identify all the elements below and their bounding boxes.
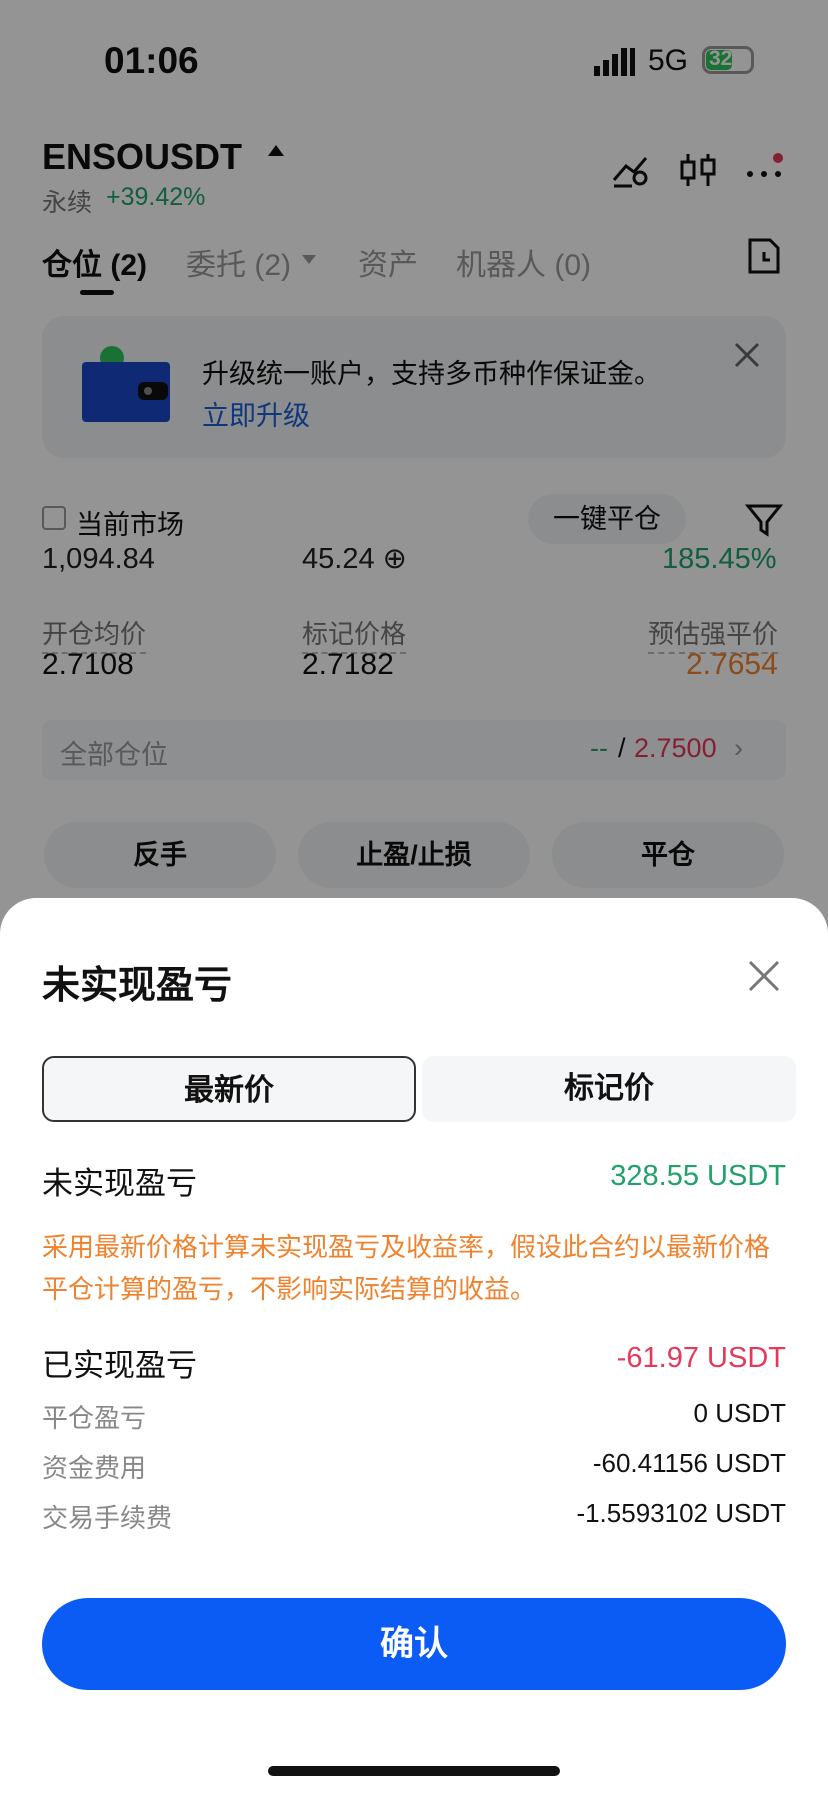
unrealized-label: 未实现盈亏 <box>42 1166 197 1201</box>
funding-fee-value: -60.41156 USDT <box>592 1448 786 1478</box>
trading-fee-label: 交易手续费 <box>42 1503 173 1533</box>
close-icon[interactable] <box>744 956 784 996</box>
close-pnl-value: 0 USDT <box>693 1398 786 1428</box>
pnl-note: 采用最新价格计算未实现盈亏及收益率，假设此合约以最新价格平仓计算的盈亏，不影响实… <box>42 1232 771 1304</box>
sheet-title: 未实现盈亏 <box>42 965 233 1007</box>
funding-fee-label: 资金费用 <box>42 1453 147 1483</box>
unrealized-value: 328.55 USDT <box>610 1160 786 1192</box>
trading-fee-value: -1.5593102 USDT <box>576 1498 786 1528</box>
close-pnl-label: 平仓盈亏 <box>42 1403 147 1433</box>
realized-label: 已实现盈亏 <box>42 1348 197 1383</box>
confirm-button[interactable]: 确认 <box>42 1598 786 1690</box>
seg-latest-price[interactable]: 最新价 <box>42 1056 416 1122</box>
home-indicator[interactable] <box>268 1766 560 1776</box>
seg-mark-price[interactable]: 标记价 <box>422 1056 796 1122</box>
realized-value: -61.97 USDT <box>616 1342 786 1374</box>
